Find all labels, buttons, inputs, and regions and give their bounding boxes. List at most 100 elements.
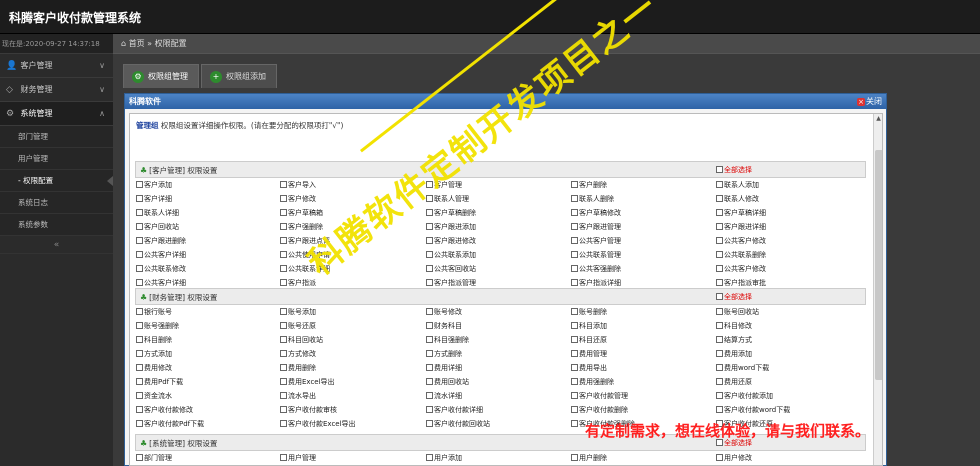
checkbox[interactable]	[571, 322, 578, 329]
checkbox[interactable]	[571, 223, 578, 230]
checkbox[interactable]	[716, 251, 723, 258]
permission-item[interactable]: 客户跟进详细	[716, 221, 766, 234]
permission-item[interactable]: 联系人添加	[716, 179, 759, 192]
sidebar-menu-customer[interactable]: 👤 客户管理 ∨	[0, 54, 113, 78]
checkbox[interactable]	[136, 251, 143, 258]
permission-item[interactable]: 账号强删除	[136, 320, 179, 333]
checkbox[interactable]	[136, 279, 143, 286]
permission-item[interactable]: 费用添加	[716, 348, 752, 361]
checkbox[interactable]	[716, 308, 723, 315]
checkbox[interactable]	[136, 336, 143, 343]
checkbox[interactable]	[571, 237, 578, 244]
permission-item[interactable]: 客户跟进修改	[426, 235, 476, 248]
checkbox[interactable]	[571, 406, 578, 413]
checkbox[interactable]	[136, 181, 143, 188]
checkbox[interactable]	[280, 223, 287, 230]
permission-item[interactable]: 公共客户管理	[571, 235, 621, 248]
checkbox[interactable]	[136, 420, 143, 427]
checkbox[interactable]	[280, 209, 287, 216]
checkbox[interactable]	[426, 420, 433, 427]
permission-item[interactable]: 联系人删除	[571, 193, 614, 206]
permission-item[interactable]: 流水导出	[280, 390, 316, 403]
checkbox[interactable]	[426, 378, 433, 385]
permission-item[interactable]: 客户草稿修改	[571, 207, 621, 220]
permission-item[interactable]: 科目添加	[571, 320, 607, 333]
dialog-close-button[interactable]: × 关闭	[857, 94, 882, 109]
checkbox[interactable]	[280, 181, 287, 188]
permission-item[interactable]: 客户草稿箱	[280, 207, 323, 220]
scroll-up-icon[interactable]: ▲	[874, 114, 882, 124]
sidebar-menu-system[interactable]: ⚙ 系统管理 ∧	[0, 102, 113, 126]
permission-item[interactable]: 公共客户修改	[716, 263, 766, 276]
permission-item[interactable]: 客户收付款审核	[280, 404, 337, 417]
checkbox[interactable]	[136, 209, 143, 216]
breadcrumb-home[interactable]: 首页	[129, 39, 145, 48]
checkbox[interactable]	[426, 308, 433, 315]
permission-item[interactable]: 客户收付款Excel导出	[280, 418, 356, 431]
permission-item[interactable]: 联系人修改	[716, 193, 759, 206]
checkbox[interactable]	[280, 454, 287, 461]
tab-group-add[interactable]: + 权限组添加	[201, 64, 277, 88]
permission-item[interactable]: 方式修改	[280, 348, 316, 361]
checkbox[interactable]	[716, 237, 723, 244]
checkbox[interactable]	[571, 308, 578, 315]
permission-item[interactable]: 公共联系修改	[136, 263, 186, 276]
permission-item[interactable]: 公共客户修改	[716, 235, 766, 248]
dialog-scrollbar[interactable]: ▲	[873, 114, 882, 465]
checkbox[interactable]	[426, 406, 433, 413]
checkbox[interactable]	[571, 209, 578, 216]
permission-item[interactable]: 财务科目	[426, 320, 462, 333]
checkbox[interactable]	[716, 166, 723, 173]
permission-item[interactable]: 用户修改	[716, 452, 752, 465]
checkbox[interactable]	[426, 350, 433, 357]
select-all-checkbox[interactable]: 全部选择	[716, 165, 752, 175]
checkbox[interactable]	[426, 209, 433, 216]
permission-item[interactable]: 费用回收站	[426, 376, 469, 389]
permission-item[interactable]: 客户收付款添加	[716, 390, 773, 403]
checkbox[interactable]	[716, 378, 723, 385]
checkbox[interactable]	[426, 237, 433, 244]
permission-item[interactable]: 账号还原	[280, 320, 316, 333]
checkbox[interactable]	[426, 223, 433, 230]
permission-item[interactable]: 费用还原	[716, 376, 752, 389]
checkbox[interactable]	[571, 181, 578, 188]
permission-item[interactable]: 费用Excel导出	[280, 376, 335, 389]
permission-item[interactable]: 结算方式	[716, 334, 752, 347]
permission-item[interactable]: 客户详细	[136, 193, 172, 206]
checkbox[interactable]	[426, 251, 433, 258]
checkbox[interactable]	[716, 279, 723, 286]
permission-item[interactable]: 公共联系删除	[716, 249, 766, 262]
permission-item[interactable]: 账号添加	[280, 306, 316, 319]
permission-item[interactable]: 流水详细	[426, 390, 462, 403]
checkbox[interactable]	[136, 322, 143, 329]
permission-item[interactable]: 费用导出	[571, 362, 607, 375]
checkbox[interactable]	[716, 322, 723, 329]
checkbox[interactable]	[716, 293, 723, 300]
sidebar-item-params[interactable]: 系统参数	[0, 214, 113, 236]
sidebar-item-permissions[interactable]: - 权限配置	[0, 170, 113, 192]
checkbox[interactable]	[280, 308, 287, 315]
permission-item[interactable]: 联系人详细	[136, 207, 179, 220]
permission-item[interactable]: 用户管理	[280, 452, 316, 465]
permission-item[interactable]: 科目还原	[571, 334, 607, 347]
checkbox[interactable]	[716, 223, 723, 230]
checkbox[interactable]	[571, 454, 578, 461]
checkbox[interactable]	[716, 195, 723, 202]
checkbox[interactable]	[136, 378, 143, 385]
permission-item[interactable]: 客户收付款管理	[571, 390, 628, 403]
permission-item[interactable]: 部门管理	[136, 452, 172, 465]
permission-item[interactable]: 科目修改	[716, 320, 752, 333]
checkbox[interactable]	[716, 350, 723, 357]
checkbox[interactable]	[280, 406, 287, 413]
checkbox[interactable]	[136, 223, 143, 230]
permission-item[interactable]: 公共客回收站	[426, 263, 476, 276]
permission-item[interactable]: 银行账号	[136, 306, 172, 319]
checkbox[interactable]	[136, 392, 143, 399]
checkbox[interactable]	[716, 209, 723, 216]
permission-item[interactable]: 客户添加	[136, 179, 172, 192]
permission-item[interactable]: 客户收付款回收站	[426, 418, 490, 431]
checkbox[interactable]	[426, 364, 433, 371]
tab-group-manage[interactable]: ⚙ 权限组管理	[123, 64, 199, 88]
checkbox[interactable]	[426, 392, 433, 399]
permission-item[interactable]: 客户回收站	[136, 221, 179, 234]
